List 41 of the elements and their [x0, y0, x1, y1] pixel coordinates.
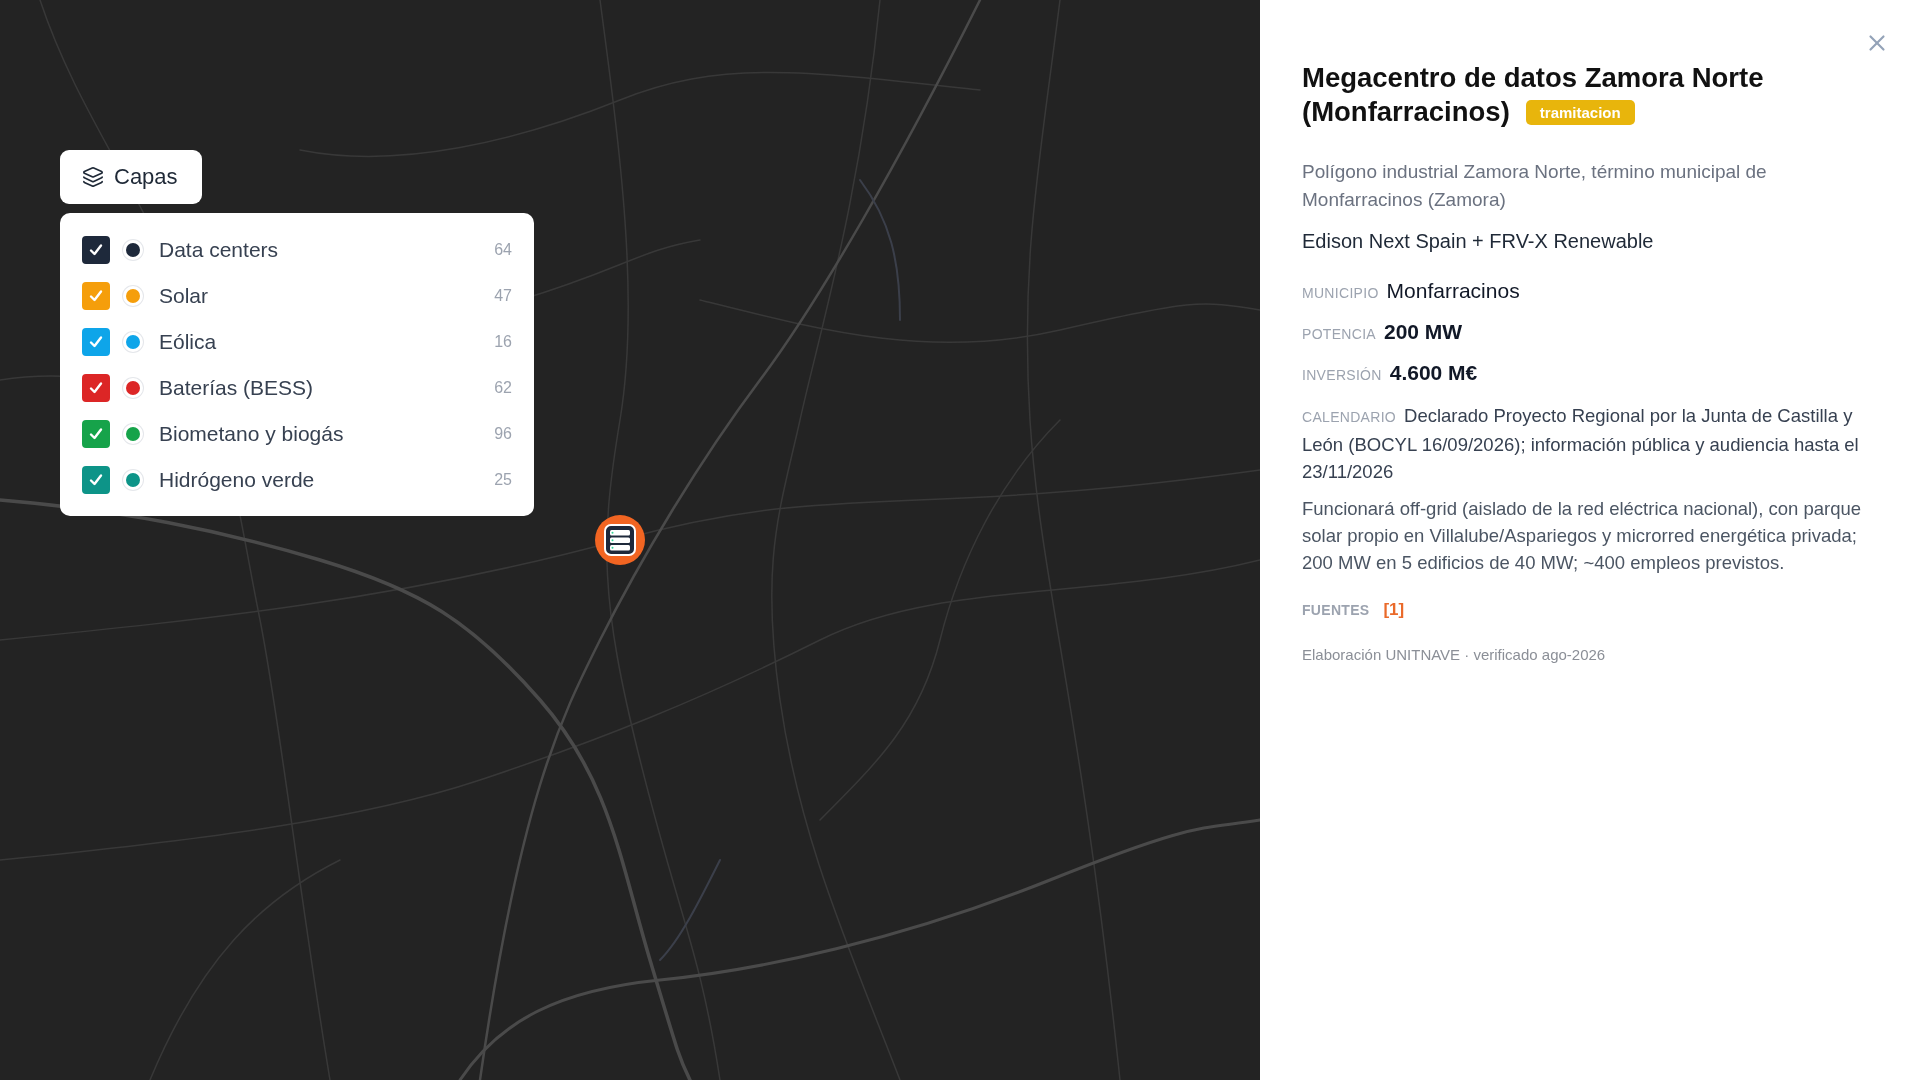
field-label: INVERSIÓN: [1302, 367, 1382, 383]
field-value: Monfarracinos: [1386, 279, 1520, 303]
layer-label: Hidrógeno verde: [159, 468, 316, 492]
layer-count: 96: [494, 425, 512, 443]
credit-text: Elaboración UNITNAVE · verificado ago-2026: [1302, 646, 1607, 663]
project-promoter: Edison Next Spain + FRV-X Renewable: [1302, 229, 1655, 254]
layers-icon: [82, 166, 104, 188]
layers-button[interactable]: Capas: [60, 150, 202, 204]
field-label: POTENCIA: [1302, 326, 1376, 342]
server-marker-icon[interactable]: [595, 515, 645, 565]
field-label: MUNICIPIO: [1302, 285, 1379, 301]
layer-label: Biometano y biogás: [159, 422, 345, 446]
layer-checkbox[interactable]: [82, 236, 110, 264]
layer-label: Solar: [159, 284, 210, 308]
field-value: 4.600 M€: [1389, 361, 1478, 385]
layer-count: 62: [494, 379, 512, 397]
checkmark-icon: [88, 288, 104, 304]
layer-checkbox[interactable]: [82, 328, 110, 356]
layer-count: 64: [494, 241, 512, 259]
checkmark-icon: [88, 242, 104, 258]
layer-label: Baterías (BESS): [159, 376, 315, 400]
layer-checkbox[interactable]: [82, 466, 110, 494]
sources-label: FUENTES: [1302, 602, 1370, 618]
layer-count: 47: [494, 287, 512, 305]
layer-checkbox[interactable]: [82, 374, 110, 402]
checkmark-icon: [88, 426, 104, 442]
project-title: Megacentro de datos Zamora Norte (Monfarracinos) tramitacion: [1302, 61, 1765, 129]
status-badge: tramitacion: [1525, 100, 1635, 125]
layer-count: 25: [494, 471, 512, 489]
calendar-text: CALENDARIO Declarado Proyecto Regional por la Junta de Castilla y León (BOCYL 16/09/2026); información pública y audiencia hasta el 23/11/2026: [1302, 404, 1860, 484]
project-description: Funcionará off-grid (aislado de la red eléctrica nacional), con parque solar propio en Villalube/Aspariegos y microrred energética privada; 200 MW en 5 edificios de 40 MW; ~400 empleos previstos.: [1302, 497, 1863, 575]
checkmark-icon: [88, 472, 104, 488]
field-value: 200 MW: [1383, 320, 1463, 344]
layer-label: Eólica: [159, 330, 218, 354]
checkmark-icon: [88, 334, 104, 350]
layer-label: Data centers: [159, 238, 280, 262]
layer-checkbox[interactable]: [82, 420, 110, 448]
checkmark-icon: [88, 380, 104, 396]
project-location: Polígono industrial Zamora Norte, término municipal de Monfarracinos (Zamora): [1302, 160, 1768, 212]
layer-count: 16: [494, 333, 512, 351]
layer-checkbox[interactable]: [82, 282, 110, 310]
